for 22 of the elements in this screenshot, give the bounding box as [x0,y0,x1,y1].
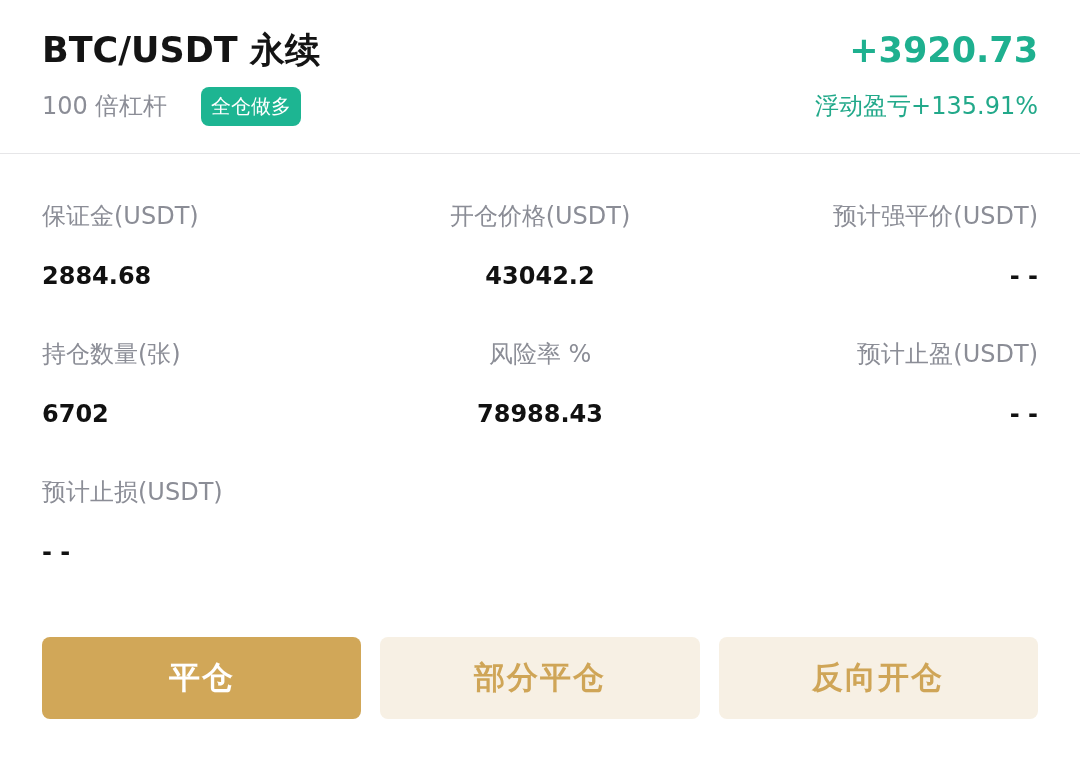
pnl-ratio: 浮动盈亏+135.91% [815,91,1038,122]
metric-value: - - [1009,261,1038,292]
action-button[interactable]: 反向开仓 [718,637,1038,719]
metric-value: 2884.68 [42,261,152,292]
contract-title: BTC/USDT 永续 [42,29,320,72]
pnl-amount: +3920.73 [849,29,1038,72]
metric-label: 持仓数量(张) [42,339,181,370]
metric-value: 6702 [42,399,109,430]
metric-value: - - [42,537,71,568]
metric-label: 预计止盈(USDT) [857,339,1038,370]
metric-label: 风险率 % [488,339,592,370]
metric-label: 开仓价格(USDT) [449,201,631,232]
metric-label: 预计止损(USDT) [42,477,223,508]
metric-label: 预计强平价(USDT) [833,201,1038,232]
leverage-label: 100 倍杠杆 [42,91,168,122]
metric-value: 78988.43 [477,399,603,430]
metric-value: - - [1009,399,1038,430]
metric-label: 保证金(USDT) [42,201,199,232]
action-button[interactable]: 部分平仓 [380,637,700,719]
metric-value: 43042.2 [485,261,595,292]
close-position-button[interactable]: 平仓 [42,637,362,719]
position-mode-tag: 全仓做多 [201,86,302,126]
